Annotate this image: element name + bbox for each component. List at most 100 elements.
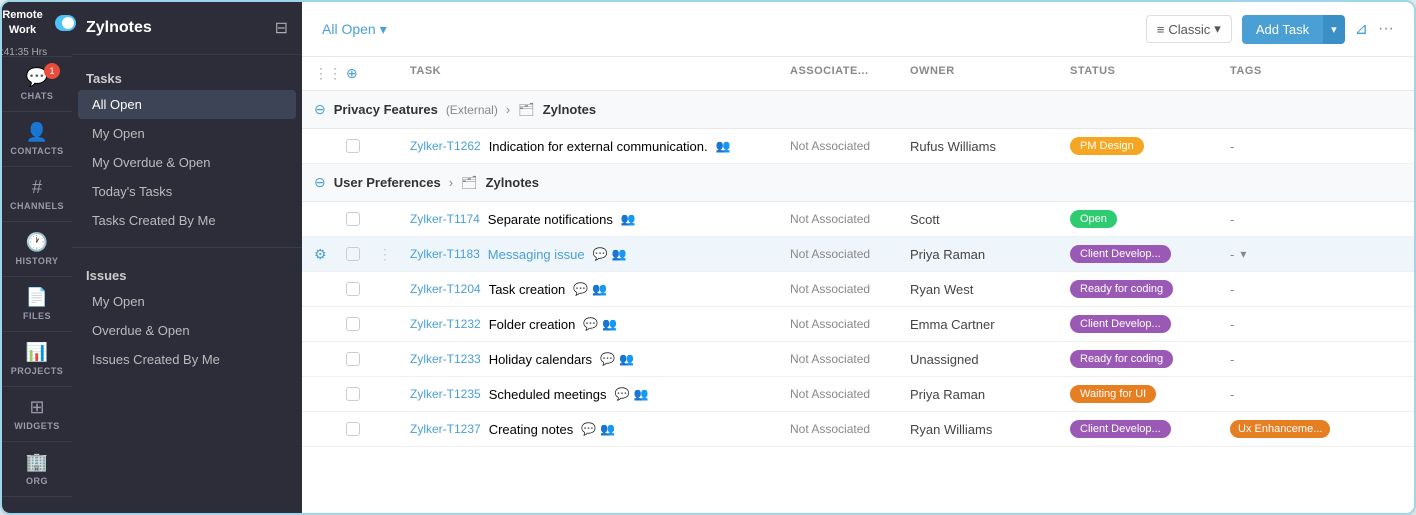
- group-toggle-icon[interactable]: ⊖: [314, 174, 326, 191]
- user-icon: 👥: [592, 282, 607, 296]
- task-nav-all-open[interactable]: All Open: [78, 90, 296, 119]
- task-owner: Priya Raman: [910, 387, 1070, 402]
- sidebar-icon-projects[interactable]: 📊PROJECTS: [2, 332, 72, 387]
- sidebar-icon-channels[interactable]: #CHANNELS: [2, 167, 72, 222]
- task-owner: Ryan West: [910, 282, 1070, 297]
- row-checkbox-wrap: [346, 212, 378, 226]
- row-dropdown-icon[interactable]: ▾: [1240, 247, 1246, 261]
- task-owner: Ryan Williams: [910, 422, 1070, 437]
- task-status: Client Develop...: [1070, 315, 1230, 333]
- task-tags: -: [1230, 212, 1402, 227]
- group-name: User Preferences: [334, 175, 441, 190]
- drag-icon[interactable]: ⋮: [378, 246, 392, 262]
- issues-section-header: Issues: [72, 260, 302, 287]
- task-checkbox[interactable]: [346, 387, 360, 401]
- filter-icon[interactable]: ⊿: [1355, 19, 1368, 39]
- row-gear: ⚙: [314, 246, 346, 263]
- task-name-text: Folder creation: [489, 317, 576, 332]
- tasks-section-header: Tasks: [72, 63, 302, 90]
- user-icon: 👥: [602, 317, 617, 331]
- task-checkbox[interactable]: [346, 139, 360, 153]
- task-checkbox[interactable]: [346, 212, 360, 226]
- table-row[interactable]: ⚙ ⋮ Zylker-T1183 Messaging issue 💬👥 Not …: [302, 237, 1414, 272]
- task-tags: -: [1230, 139, 1402, 154]
- table-row[interactable]: Zylker-T1233 Holiday calendars 💬👥 Not As…: [302, 342, 1414, 377]
- task-status: PM Design: [1070, 137, 1230, 155]
- table-row[interactable]: Zylker-T1204 Task creation 💬👥 Not Associ…: [302, 272, 1414, 307]
- view-selector[interactable]: All Open ▾: [322, 21, 387, 38]
- status-badge: Client Develop...: [1070, 315, 1171, 333]
- user-icon: 👥: [621, 212, 636, 226]
- tag-dash: -: [1230, 212, 1234, 227]
- view-dropdown-icon: ▾: [380, 21, 387, 38]
- sidebar-icon-files[interactable]: 📄FILES: [2, 277, 72, 332]
- group-toggle-icon[interactable]: ⊖: [314, 101, 326, 118]
- main-sidebar: Zylnotes ⊟ Tasks All OpenMy OpenMy Overd…: [72, 2, 302, 513]
- task-icons: 💬👥: [581, 422, 615, 436]
- table-header-row: ⋮⋮ ⊕ TASK ASSOCIATE... OWNER STATUS TAGS: [302, 57, 1414, 91]
- chat-icon: 💬: [573, 282, 588, 296]
- header-left: All Open ▾: [322, 21, 387, 38]
- channels-icon: #: [32, 177, 42, 198]
- row-checkbox-wrap: [346, 282, 378, 296]
- chat-icon: 💬: [615, 387, 630, 401]
- classic-view-btn[interactable]: ≡ Classic ▾: [1146, 15, 1232, 43]
- col-expand: ⊕: [346, 65, 378, 82]
- issue-nav-issues-created-by-me[interactable]: Issues Created By Me: [78, 345, 296, 374]
- add-task-dropdown-button[interactable]: ▾: [1323, 15, 1345, 44]
- task-owner: Scott: [910, 212, 1070, 227]
- col-tags-header: TAGS: [1230, 65, 1402, 82]
- col-owner-header: OWNER: [910, 65, 1070, 82]
- sidebar-title: Zylnotes: [86, 19, 152, 37]
- sidebar-icon-widgets[interactable]: ⊞WIDGETS: [2, 387, 72, 442]
- task-status: Ready for coding: [1070, 350, 1230, 368]
- group-folder-icon: 🗂: [461, 175, 478, 191]
- task-tags: Ux Enhanceme...: [1230, 420, 1402, 438]
- task-name-text: Separate notifications: [488, 212, 613, 227]
- col-drag: ⋮⋮: [314, 65, 346, 82]
- tasks-section: Tasks All OpenMy OpenMy Overdue & OpenTo…: [72, 55, 302, 243]
- task-id: Zylker-T1262: [410, 139, 481, 153]
- task-checkbox[interactable]: [346, 422, 360, 436]
- status-badge: Client Develop...: [1070, 420, 1171, 438]
- sidebar-collapse-icon[interactable]: ⊟: [275, 18, 288, 38]
- task-checkbox[interactable]: [346, 317, 360, 331]
- sidebar-icon-org[interactable]: 🏢ORG: [2, 442, 72, 497]
- task-name-text: Holiday calendars: [489, 352, 592, 367]
- table-row[interactable]: Zylker-T1262 Indication for external com…: [302, 129, 1414, 164]
- add-task-button[interactable]: Add Task: [1242, 15, 1323, 44]
- task-associated: Not Associated: [790, 282, 910, 296]
- group-arrow-icon: ›: [506, 102, 510, 117]
- issue-nav-issues-my-open[interactable]: My Open: [78, 287, 296, 316]
- task-nav-overdue-open[interactable]: My Overdue & Open: [78, 148, 296, 177]
- table-row[interactable]: Zylker-T1232 Folder creation 💬👥 Not Asso…: [302, 307, 1414, 342]
- task-nav-my-open[interactable]: My Open: [78, 119, 296, 148]
- tag-badge: Ux Enhanceme...: [1230, 420, 1330, 438]
- table-row[interactable]: Zylker-T1174 Separate notifications 👥 No…: [302, 202, 1414, 237]
- task-associated: Not Associated: [790, 247, 910, 261]
- task-nav-created-by-me[interactable]: Tasks Created By Me: [78, 206, 296, 235]
- status-toggle[interactable]: [55, 15, 76, 31]
- table-row[interactable]: Zylker-T1237 Creating notes 💬👥 Not Assoc…: [302, 412, 1414, 447]
- group-name: Privacy Features: [334, 102, 438, 117]
- sidebar-icon-contacts[interactable]: 👤CONTACTS: [2, 112, 72, 167]
- sidebar-icon-chats[interactable]: 1💬CHATS: [2, 57, 72, 112]
- task-owner: Unassigned: [910, 352, 1070, 367]
- task-nav-todays-tasks[interactable]: Today's Tasks: [78, 177, 296, 206]
- task-checkbox[interactable]: [346, 282, 360, 296]
- row-checkbox-wrap: [346, 317, 378, 331]
- more-options-icon[interactable]: ···: [1378, 20, 1394, 38]
- task-checkbox[interactable]: [346, 352, 360, 366]
- issue-nav-overdue-open-issues[interactable]: Overdue & Open: [78, 316, 296, 345]
- status-badge: Ready for coding: [1070, 280, 1173, 298]
- task-icons: 👥: [621, 212, 636, 226]
- task-checkbox[interactable]: [346, 247, 360, 261]
- settings-icon[interactable]: ⚙: [314, 246, 327, 262]
- row-checkbox-wrap: [346, 352, 378, 366]
- add-task-group: Add Task ▾: [1242, 15, 1345, 44]
- chat-icon: 💬: [581, 422, 596, 436]
- task-link[interactable]: Messaging issue: [488, 247, 585, 262]
- files-label: FILES: [23, 311, 51, 321]
- sidebar-icon-history[interactable]: 🕐HISTORY: [2, 222, 72, 277]
- table-row[interactable]: Zylker-T1235 Scheduled meetings 💬👥 Not A…: [302, 377, 1414, 412]
